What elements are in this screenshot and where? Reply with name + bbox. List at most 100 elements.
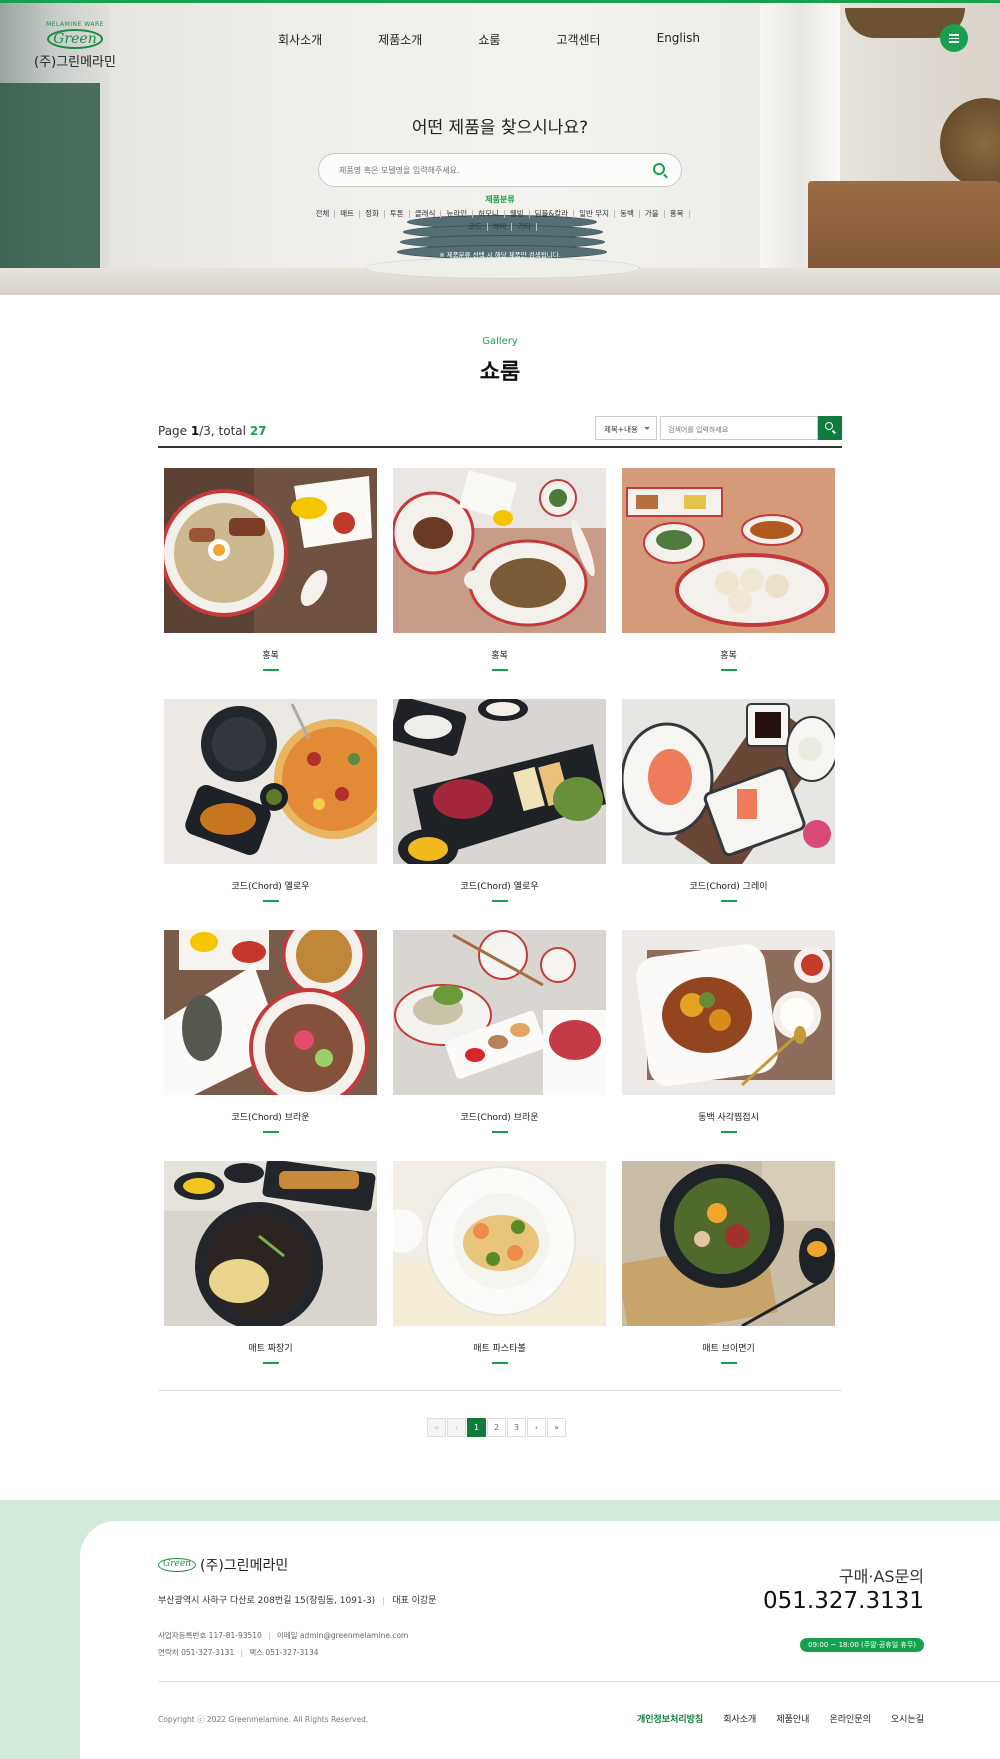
list-search-input[interactable] bbox=[661, 419, 817, 441]
category-item[interactable]: 전체 bbox=[310, 210, 336, 218]
pager-last-button[interactable]: » bbox=[547, 1418, 566, 1437]
caption-underline bbox=[720, 900, 737, 902]
page-title: 쇼룸 bbox=[479, 360, 521, 385]
category-item[interactable]: 딤플&칼라 bbox=[530, 210, 575, 218]
sashimi-photo[interactable] bbox=[622, 699, 835, 864]
gallery-item[interactable]: 홍복 bbox=[393, 468, 606, 671]
gallery-item[interactable]: 홍복 bbox=[164, 468, 377, 671]
bibim-noodle-photo[interactable] bbox=[622, 1161, 835, 1326]
pizza-pasta-photo[interactable] bbox=[164, 699, 377, 864]
category-item[interactable]: 클래식 bbox=[410, 210, 442, 218]
footer-divider bbox=[158, 1681, 1000, 1682]
jajangmyeon-photo[interactable] bbox=[164, 1161, 377, 1326]
logo-tagline: MELAMINE WARE bbox=[46, 21, 104, 28]
pager-next-button[interactable]: › bbox=[527, 1418, 546, 1437]
gallery-item-caption: 홍복 bbox=[720, 651, 737, 661]
total-count: 27 bbox=[249, 424, 267, 438]
main-nav: 회사소개 제품소개 쇼룸 고객센터 English bbox=[278, 31, 756, 48]
ramen-bowl-photo[interactable] bbox=[164, 468, 377, 633]
gallery-item[interactable]: 코드(Chord) 브라운 bbox=[393, 930, 606, 1133]
gallery-item-caption: 동백 사각찜접시 bbox=[698, 1113, 759, 1123]
pager-page-1[interactable]: 1 bbox=[467, 1418, 486, 1437]
footer-company-info: 사업자등록번호 117-81-93510 이메일 admin@greenmelam… bbox=[158, 1627, 408, 1661]
pager-page-3[interactable]: 3 bbox=[507, 1418, 526, 1437]
category-item[interactable]: 매트 bbox=[335, 210, 361, 218]
gallery-item[interactable]: 코드(Chord) 그레이 bbox=[622, 699, 835, 902]
caption-underline bbox=[720, 669, 737, 671]
hero-background-basket bbox=[940, 98, 1000, 188]
category-item[interactable]: 투톤 bbox=[385, 210, 410, 218]
pager-prev-button[interactable]: ‹ bbox=[447, 1418, 466, 1437]
search-icon[interactable] bbox=[653, 163, 665, 175]
footer-link-company[interactable]: 회사소개 bbox=[723, 1712, 756, 1725]
footer-link-products[interactable]: 제품안내 bbox=[776, 1712, 809, 1725]
caption-underline bbox=[262, 1362, 279, 1364]
category-item[interactable]: 기타 bbox=[512, 223, 538, 231]
logo-company-name: (주)그린메라민 bbox=[34, 55, 116, 70]
logo-wordmark: Green bbox=[47, 29, 103, 49]
dim-sum-photo[interactable] bbox=[622, 468, 835, 633]
caption-underline bbox=[262, 900, 279, 902]
footer-link-inquiry[interactable]: 온라인문의 bbox=[829, 1712, 870, 1725]
pager-page-2[interactable]: 2 bbox=[487, 1418, 506, 1437]
category-item[interactable]: 일반 무지 bbox=[574, 210, 616, 218]
nav-item-company[interactable]: 회사소개 bbox=[278, 31, 322, 48]
category-item[interactable]: 허모니 bbox=[473, 210, 505, 218]
gallery-item-caption: 매트 짜장기 bbox=[248, 1344, 293, 1354]
cs-phone-number: 051.327.3131 bbox=[763, 1588, 924, 1614]
category-item[interactable]: 웰빙 bbox=[505, 210, 530, 218]
search-icon bbox=[825, 422, 833, 430]
caption-underline bbox=[491, 1131, 508, 1133]
footer-email: 이메일 admin@greenmelamine.com bbox=[276, 1631, 409, 1640]
shabu-photo[interactable] bbox=[393, 930, 606, 1095]
caption-underline bbox=[491, 1362, 508, 1364]
gallery-item-caption: 매트 파스타볼 bbox=[473, 1344, 526, 1354]
gallery-item[interactable]: 코드(Chord) 옐로우 bbox=[164, 699, 377, 902]
gallery-item-caption: 코드(Chord) 브라운 bbox=[460, 1113, 539, 1123]
category-item[interactable]: 동백 bbox=[615, 210, 640, 218]
gallery-item-caption: 코드(Chord) 브라운 bbox=[231, 1113, 310, 1123]
nav-item-products[interactable]: 제품소개 bbox=[378, 31, 422, 48]
category-item[interactable]: 코드 bbox=[463, 223, 488, 231]
caption-underline bbox=[491, 669, 508, 671]
noodle-plate-photo[interactable] bbox=[393, 468, 606, 633]
category-list: 전체 매트 정화 투톤 클래식 뉴라인 허모니 웰빙 딤플&칼라 일반 무지 동백 가을 홍복코드 하비 기… bbox=[310, 207, 690, 233]
gallery-item[interactable]: 매트 짜장기 bbox=[164, 1161, 377, 1364]
category-item[interactable]: 하비 bbox=[488, 223, 513, 231]
nav-item-support[interactable]: 고객센터 bbox=[556, 31, 600, 48]
category-item[interactable]: 가을 bbox=[640, 210, 665, 218]
hamburger-menu-button[interactable] bbox=[940, 24, 968, 52]
gallery-item[interactable]: 코드(Chord) 옐로우 bbox=[393, 699, 606, 902]
category-item[interactable]: 뉴라인 bbox=[441, 210, 474, 218]
site-logo[interactable]: MELAMINE WARE Green (주)그린메라민 bbox=[30, 21, 120, 70]
gallery-item-caption: 홍복 bbox=[491, 651, 508, 661]
gallery-item[interactable]: 매트 파스타볼 bbox=[393, 1161, 606, 1364]
braised-dish-photo[interactable] bbox=[622, 930, 835, 1095]
pager-first-button[interactable]: « bbox=[427, 1418, 446, 1437]
cs-label: 구매·AS문의 bbox=[838, 1567, 924, 1586]
hero-search-input[interactable] bbox=[339, 162, 629, 178]
footer-links: 개인정보처리방침 회사소개 제품안내 온라인문의 오시는길 bbox=[637, 1712, 924, 1725]
nav-item-english[interactable]: English bbox=[657, 31, 700, 48]
footer-fax: 팩스 051-327-3134 bbox=[249, 1648, 319, 1657]
footer-link-privacy[interactable]: 개인정보처리방침 bbox=[637, 1712, 703, 1725]
category-item[interactable]: 홍복 bbox=[665, 210, 690, 218]
cs-hours-badge: 09:00 ~ 18:00 (주말·공휴일 휴무) bbox=[800, 1638, 924, 1652]
beef-tartare-photo[interactable] bbox=[393, 699, 606, 864]
category-item[interactable]: 정화 bbox=[360, 210, 385, 218]
gallery-item[interactable]: 코드(Chord) 브라운 bbox=[164, 930, 377, 1133]
search-field-select[interactable]: 제목+내용 bbox=[595, 416, 657, 440]
gallery-item[interactable]: 매트 브이면기 bbox=[622, 1161, 835, 1364]
footer-logo[interactable]: Green (주)그린메라민 bbox=[158, 1555, 288, 1575]
gallery-item-caption: 코드(Chord) 옐로우 bbox=[231, 882, 310, 892]
nav-item-showroom[interactable]: 쇼룸 bbox=[478, 31, 500, 48]
current-page-number: 1 bbox=[190, 424, 200, 438]
list-search-button[interactable] bbox=[818, 416, 842, 440]
gallery-item[interactable]: 동백 사각찜접시 bbox=[622, 930, 835, 1133]
shrimp-pasta-photo[interactable] bbox=[393, 1161, 606, 1326]
rice-ball-photo[interactable] bbox=[164, 930, 377, 1095]
footer-biz-no: 사업자등록번호 117-81-93510 bbox=[158, 1631, 262, 1640]
footer-link-directions[interactable]: 오시는길 bbox=[891, 1712, 924, 1725]
gallery-item[interactable]: 홍복 bbox=[622, 468, 835, 671]
hamburger-icon bbox=[949, 34, 959, 36]
